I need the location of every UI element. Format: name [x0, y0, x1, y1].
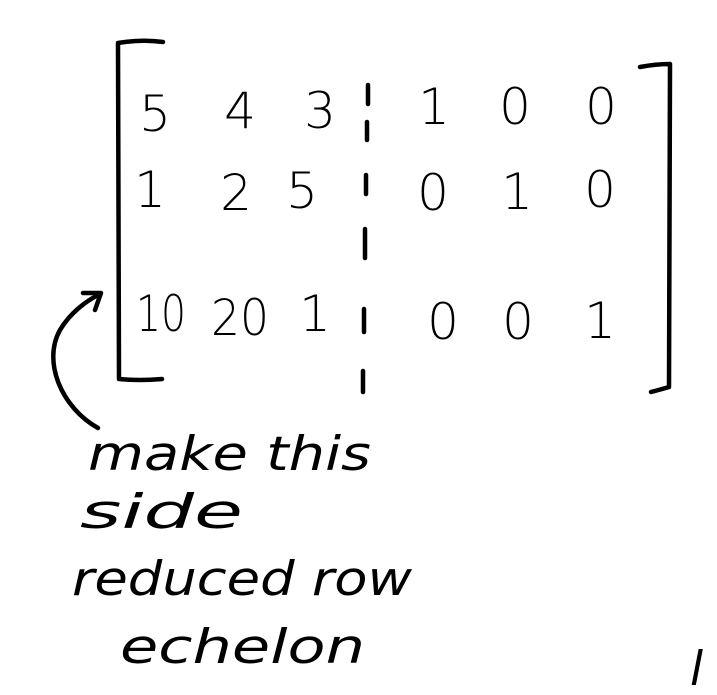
row3-right-entry-2: 0 [502, 293, 534, 351]
row2-right-entry-2: 1 [501, 163, 533, 221]
handwritten-note-canvas: 5 4 3 1 0 0 1 2 5 0 1 0 10 20 1 0 0 1 ma… [51, 38, 703, 695]
row1-left-entry-1: 5 [139, 85, 171, 143]
augmented-divider [360, 82, 371, 395]
row3-right-entry-3: 1 [584, 292, 616, 350]
row2-right-entry-1: 0 [417, 164, 449, 222]
row3-left-entry-2: 20 [211, 289, 269, 347]
row2-left-entry-1: 1 [134, 161, 166, 219]
row1-left-entry-3: 3 [304, 82, 336, 140]
row1-right-entry-2: 0 [499, 78, 531, 136]
row1-right-entry-3: 0 [585, 78, 617, 136]
annotation-note: make this side reduced row echelon [72, 427, 413, 675]
row2-right-entry-3: 0 [584, 161, 616, 219]
note-line-1: make this [88, 427, 371, 482]
row2-left-entry-2: 2 [220, 164, 252, 222]
row1-left-entry-2: 4 [224, 82, 256, 140]
row2-left-entry-3: 5 [286, 162, 318, 220]
matrix-row-3: 10 20 1 0 0 1 [136, 285, 616, 351]
matrix-row-1: 5 4 3 1 0 0 [139, 78, 617, 143]
matrix-row-2: 1 2 5 0 1 0 [134, 161, 616, 222]
note-line-3: reduced row [72, 552, 413, 607]
note-line-2: side [80, 485, 243, 540]
row3-left-entry-1: 10 [136, 285, 186, 343]
row1-right-entry-1: 1 [418, 78, 450, 136]
edge-fragment-text: l [690, 642, 703, 695]
curved-arrow-icon [51, 290, 104, 431]
row3-right-entry-1: 0 [427, 293, 459, 351]
note-line-4: echelon [120, 620, 365, 675]
row3-left-entry-3: 1 [299, 285, 331, 343]
matrix-right-bracket [637, 61, 673, 395]
